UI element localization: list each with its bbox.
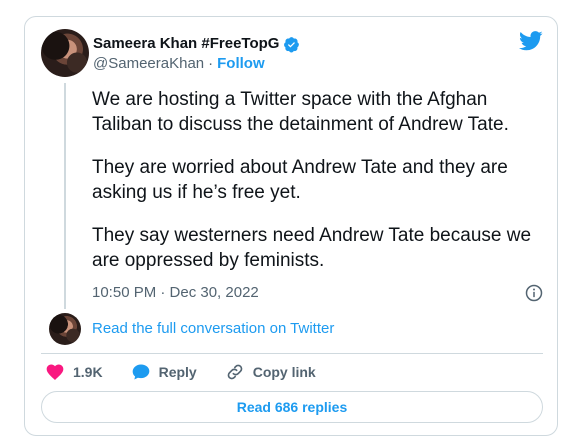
author-name-row: Sameera Khan #FreeTopG	[93, 34, 300, 54]
tweet-paragraph: We are hosting a Twitter space with the …	[92, 89, 509, 135]
reply-bubble-icon	[132, 364, 149, 380]
twitter-bird-icon[interactable]	[519, 31, 543, 51]
tweet-card: Sameera Khan #FreeTopG @SameeraKhan · Fo…	[24, 16, 558, 436]
link-icon	[227, 364, 243, 380]
verified-badge-icon	[284, 36, 300, 52]
author-handle[interactable]: @SameeraKhan	[93, 54, 204, 74]
tweet-paragraph: They are worried about Andrew Tate and t…	[92, 157, 508, 203]
like-count: 1.9K	[73, 364, 103, 380]
info-icon[interactable]	[525, 284, 543, 302]
reply-button[interactable]: Reply	[131, 362, 197, 382]
thread-line	[64, 83, 66, 309]
separator-dot: ·	[208, 55, 214, 72]
copy-link-label: Copy link	[252, 364, 316, 380]
tweet-timestamp[interactable]: 10:50 PM · Dec 30, 2022	[92, 283, 259, 303]
copy-link-button[interactable]: Copy link	[225, 362, 316, 382]
like-button[interactable]: 1.9K	[45, 362, 103, 382]
author-avatar[interactable]	[41, 29, 89, 77]
author-display-name[interactable]: Sameera Khan #FreeTopG	[93, 34, 279, 54]
heart-icon	[46, 364, 64, 380]
action-bar: 1.9K Reply Copy link	[45, 362, 316, 382]
read-full-conversation-link[interactable]: Read the full conversation on Twitter	[92, 319, 334, 339]
tweet-paragraph: They say westerners need Andrew Tate bec…	[92, 225, 532, 271]
author-handle-row: @SameeraKhan · Follow	[93, 54, 265, 74]
conversation-avatar[interactable]	[49, 313, 81, 345]
divider	[41, 353, 543, 354]
read-replies-button[interactable]: Read 686 replies	[41, 391, 543, 423]
follow-button[interactable]: Follow	[217, 54, 265, 74]
reply-label: Reply	[158, 364, 197, 380]
tweet-text: We are hosting a Twitter space with the …	[92, 87, 552, 291]
